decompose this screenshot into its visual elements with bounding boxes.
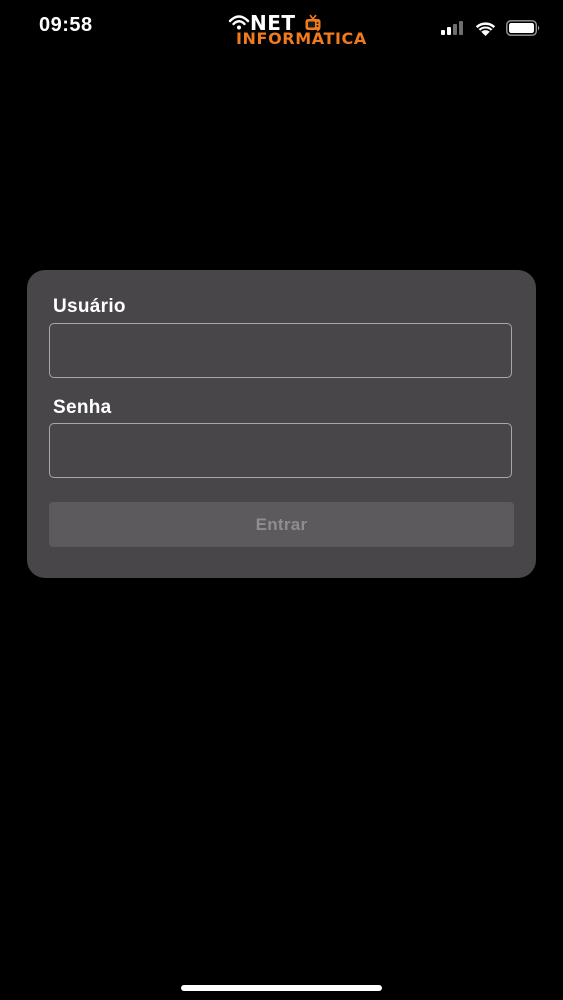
login-screen: 09:58 NET INFORMÁTICA Usuário Senha Entr… [0,0,563,1000]
logo-wifi-icon [228,15,250,30]
login-card: Usuário Senha Entrar [27,270,536,578]
status-icons [441,18,541,38]
username-field[interactable] [49,323,512,378]
home-indicator[interactable] [181,985,382,991]
password-field[interactable] [49,423,512,478]
wifi-icon [475,21,496,36]
status-time: 09:58 [39,14,93,36]
password-label: Senha [53,397,112,418]
app-logo: NET INFORMÁTICA [226,12,376,50]
status-bar: 09:58 NET INFORMÁTICA [0,0,563,56]
cellular-signal-icon [441,21,463,35]
login-button[interactable]: Entrar [49,502,514,547]
username-label: Usuário [53,296,126,317]
battery-icon [506,20,540,36]
logo-text-informatica: INFORMÁTICA [236,29,367,48]
